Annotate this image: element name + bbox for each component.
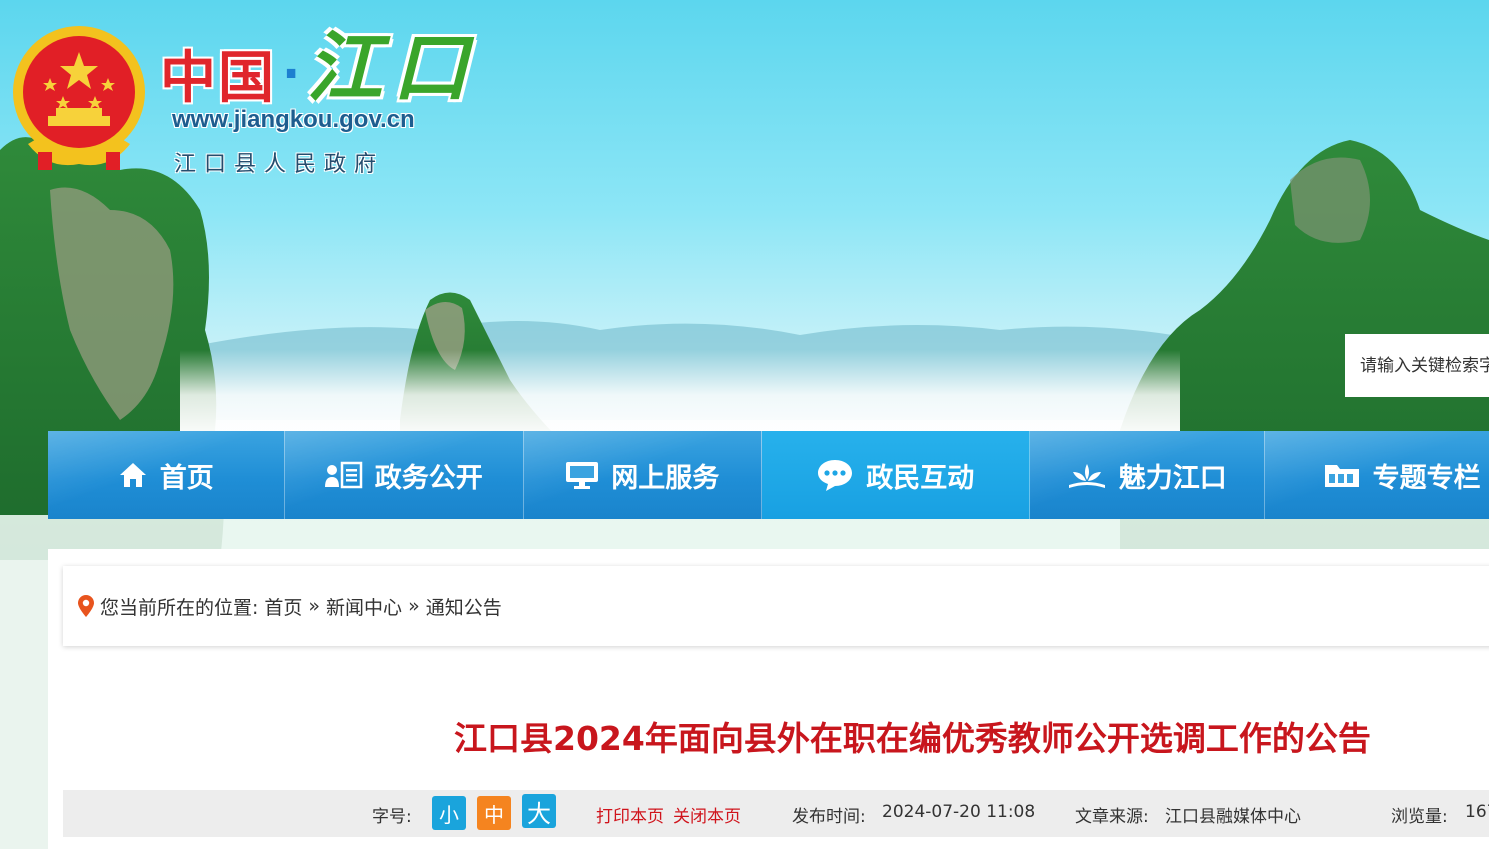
nav-item-home[interactable]: 首页 — [48, 431, 285, 519]
close-page-link[interactable]: 关闭本页 — [673, 802, 741, 827]
nav-label-charming-jiangkou: 魅力江口 — [1118, 462, 1227, 494]
nav-item-citizen-interaction[interactable]: 政民互动 — [761, 431, 1030, 519]
breadcrumb: 您当前所在的位置: 首页 » 新闻中心 » 通知公告 — [63, 566, 1489, 646]
nav-label-home: 首页 — [159, 462, 214, 494]
print-page-link[interactable]: 打印本页 — [596, 802, 664, 827]
source-label: 文章来源: — [1075, 807, 1149, 827]
publish-time-label: 发布时间: — [792, 807, 866, 827]
home-icon — [118, 460, 148, 490]
breadcrumb-home[interactable]: 首页 — [264, 593, 302, 620]
site-name-dot: · — [282, 46, 301, 102]
article-title: 江口县2024年面向县外在职在编优秀教师公开选调工作的公告 — [454, 719, 1371, 758]
nav-label-online-services: 网上服务 — [611, 462, 720, 494]
breadcrumb-news-center[interactable]: 新闻中心 — [326, 593, 402, 620]
article-meta-bar: 字号: 小 中 大 打印本页 关闭本页 发布时间: 2024-07-20 11:… — [63, 790, 1489, 837]
id-card-icon — [324, 461, 363, 489]
publish-time-value: 2024-07-20 11:08 — [882, 802, 1036, 822]
location-pin-icon — [78, 595, 94, 617]
folder-icon — [1323, 461, 1361, 489]
views-label: 浏览量: — [1391, 807, 1448, 827]
nav-item-charming-jiangkou[interactable]: 魅力江口 — [1029, 431, 1265, 519]
site-url: www.jiangkou.gov.cn — [172, 106, 415, 133]
nav-item-special-topics[interactable]: 专题专栏 — [1264, 431, 1489, 519]
source-value: 江口县融媒体中心 — [1165, 807, 1301, 827]
monitor-icon — [565, 460, 599, 490]
font-size-label: 字号: — [372, 807, 412, 827]
nav-label-citizen-interaction: 政民互动 — [866, 462, 975, 494]
main-nav: 首页 政务公开 网上服务 政民互动 魅力江口 专题专栏 — [48, 431, 1489, 519]
search-input[interactable] — [1345, 334, 1489, 397]
nav-item-government-affairs[interactable]: 政务公开 — [284, 431, 525, 519]
nav-label-government-affairs: 政务公开 — [374, 462, 483, 494]
breadcrumb-separator: » — [408, 595, 420, 617]
views-count: 167 — [1465, 802, 1489, 822]
chat-bubble-icon — [816, 458, 854, 492]
site-subtitle: 江口县人民政府 — [174, 152, 385, 177]
font-size-medium-button[interactable]: 中 — [477, 796, 511, 830]
site-name-jiangkou: 江口 — [306, 23, 479, 112]
font-size-small-button[interactable]: 小 — [432, 796, 466, 830]
font-size-large-button[interactable]: 大 — [522, 794, 556, 828]
national-emblem-logo — [13, 26, 145, 170]
breadcrumb-notices[interactable]: 通知公告 — [426, 593, 502, 620]
nav-item-online-services[interactable]: 网上服务 — [524, 431, 762, 519]
flower-icon — [1067, 460, 1107, 490]
breadcrumb-prefix: 您当前所在的位置: — [100, 596, 259, 619]
nav-label-special-topics: 专题专栏 — [1372, 462, 1481, 494]
breadcrumb-separator: » — [308, 595, 321, 617]
site-name-china: 中国 — [160, 45, 276, 111]
site-name: 中国 · 江口 — [160, 23, 479, 112]
